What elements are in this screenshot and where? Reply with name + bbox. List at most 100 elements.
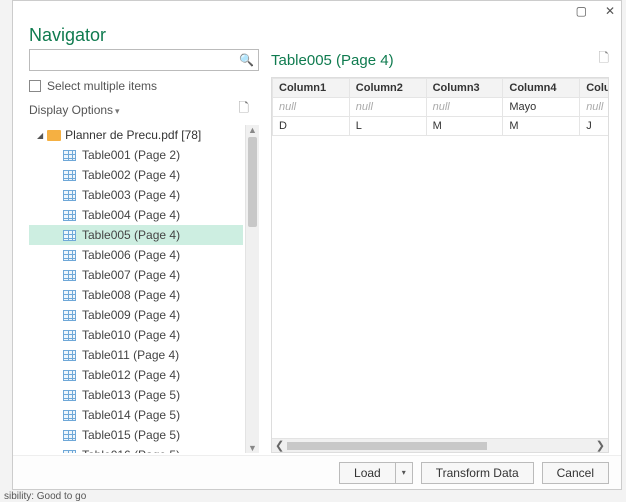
- tree-item-label: Table012 (Page 4): [82, 368, 180, 382]
- checkbox-label: Select multiple items: [47, 79, 157, 93]
- table-row[interactable]: nullnullnullMayonullnull: [273, 98, 610, 117]
- table-icon: [63, 450, 76, 454]
- table-icon: [63, 410, 76, 421]
- search-icon[interactable]: 🔍: [239, 53, 254, 67]
- table-icon: [63, 350, 76, 361]
- tree-item[interactable]: Table004 (Page 4): [29, 205, 243, 225]
- table-cell[interactable]: M: [426, 117, 503, 136]
- left-pane: 🔍 Select multiple items Display Options▾…: [13, 49, 259, 453]
- table-icon: [63, 390, 76, 401]
- table-cell[interactable]: Mayo: [503, 98, 580, 117]
- navigator-dialog: ▢ ✕ Navigator 🔍 Select multiple items Di…: [12, 0, 622, 490]
- status-bar: sibility: Good to go: [0, 491, 86, 502]
- horizontal-scrollbar[interactable]: ❮ ❯: [272, 438, 608, 452]
- load-dropdown[interactable]: ▾: [395, 462, 413, 484]
- tree-item[interactable]: Table010 (Page 4): [29, 325, 243, 345]
- tree-item[interactable]: Table011 (Page 4): [29, 345, 243, 365]
- table-icon: [63, 270, 76, 281]
- table-cell[interactable]: null: [273, 98, 350, 117]
- tree-item[interactable]: Table007 (Page 4): [29, 265, 243, 285]
- tree-item[interactable]: Table016 (Page 5): [29, 445, 243, 453]
- refresh-icon[interactable]: 🗋: [239, 99, 249, 121]
- table-cell[interactable]: null: [349, 98, 426, 117]
- search-input[interactable]: [34, 53, 239, 67]
- tree-root[interactable]: ◢ Planner de Precu.pdf [78]: [29, 125, 243, 145]
- load-button[interactable]: Load: [339, 462, 395, 484]
- tree-item[interactable]: Table013 (Page 5): [29, 385, 243, 405]
- tree-item[interactable]: Table015 (Page 5): [29, 425, 243, 445]
- tree-item-label: Table002 (Page 4): [82, 168, 180, 182]
- tree-item-label: Table011 (Page 4): [82, 348, 179, 362]
- collapse-icon[interactable]: ◢: [37, 131, 43, 140]
- tree-item[interactable]: Table009 (Page 4): [29, 305, 243, 325]
- display-options-dropdown[interactable]: Display Options▾: [29, 103, 120, 117]
- search-input-wrap[interactable]: 🔍: [29, 49, 259, 71]
- table-icon: [63, 290, 76, 301]
- checkbox-icon[interactable]: [29, 80, 41, 92]
- table-icon: [63, 190, 76, 201]
- tree: ◢ Planner de Precu.pdf [78] Table001 (Pa…: [29, 125, 243, 453]
- tree-item[interactable]: Table002 (Page 4): [29, 165, 243, 185]
- tree-item-label: Table015 (Page 5): [82, 428, 180, 442]
- scroll-thumb[interactable]: [248, 137, 257, 227]
- column-header[interactable]: Column2: [349, 79, 426, 98]
- table-icon: [63, 210, 76, 221]
- table-icon: [63, 310, 76, 321]
- table-cell[interactable]: J: [580, 117, 609, 136]
- table-cell[interactable]: M: [503, 117, 580, 136]
- vertical-scrollbar[interactable]: ▲ ▼: [245, 125, 259, 453]
- tree-item-label: Table006 (Page 4): [82, 248, 180, 262]
- footer: Load ▾ Transform Data Cancel: [13, 455, 621, 489]
- table-icon: [63, 330, 76, 341]
- table-cell[interactable]: null: [580, 98, 609, 117]
- preview-options-icon[interactable]: 🗋: [599, 49, 609, 71]
- tree-item-label: Table013 (Page 5): [82, 388, 180, 402]
- scroll-left-icon[interactable]: ❮: [272, 439, 287, 452]
- tree-item[interactable]: Table005 (Page 4): [29, 225, 243, 245]
- column-header[interactable]: Column5: [580, 79, 609, 98]
- select-multiple-checkbox[interactable]: Select multiple items: [29, 79, 259, 93]
- table-row[interactable]: DLMMJVS: [273, 117, 610, 136]
- tree-item-label: Table005 (Page 4): [82, 228, 180, 242]
- tree-item[interactable]: Table012 (Page 4): [29, 365, 243, 385]
- tree-item-label: Table010 (Page 4): [82, 328, 180, 342]
- table-icon: [63, 430, 76, 441]
- table-cell[interactable]: null: [426, 98, 503, 117]
- tree-item[interactable]: Table003 (Page 4): [29, 185, 243, 205]
- close-icon[interactable]: ✕: [605, 5, 615, 17]
- tree-item[interactable]: Table001 (Page 2): [29, 145, 243, 165]
- tree-item-label: Table007 (Page 4): [82, 268, 180, 282]
- preview-grid: Column1Column2Column3Column4Column5Colum…: [272, 78, 609, 136]
- table-icon: [63, 250, 76, 261]
- transform-data-button[interactable]: Transform Data: [421, 462, 534, 484]
- table-icon: [63, 150, 76, 161]
- tree-item-label: Table008 (Page 4): [82, 288, 180, 302]
- tree-item-label: Table001 (Page 2): [82, 148, 180, 162]
- titlebar: ▢ ✕: [13, 1, 621, 21]
- column-header[interactable]: Column4: [503, 79, 580, 98]
- tree-root-label: Planner de Precu.pdf [78]: [65, 128, 201, 142]
- table-cell[interactable]: D: [273, 117, 350, 136]
- scroll-down-icon[interactable]: ▼: [246, 443, 259, 453]
- column-header[interactable]: Column3: [426, 79, 503, 98]
- tree-item-label: Table016 (Page 5): [82, 448, 180, 453]
- cancel-button[interactable]: Cancel: [542, 462, 609, 484]
- preview-title: Table005 (Page 4): [271, 52, 394, 69]
- tree-item[interactable]: Table014 (Page 5): [29, 405, 243, 425]
- maximize-icon[interactable]: ▢: [576, 5, 587, 17]
- table-icon: [63, 230, 76, 241]
- tree-item[interactable]: Table006 (Page 4): [29, 245, 243, 265]
- scroll-up-icon[interactable]: ▲: [246, 125, 259, 135]
- table-icon: [63, 370, 76, 381]
- tree-item-label: Table014 (Page 5): [82, 408, 180, 422]
- tree-item[interactable]: Table008 (Page 4): [29, 285, 243, 305]
- table-icon: [63, 170, 76, 181]
- hscroll-thumb[interactable]: [287, 442, 487, 450]
- table-cell[interactable]: L: [349, 117, 426, 136]
- tree-item-label: Table003 (Page 4): [82, 188, 180, 202]
- folder-icon: [47, 130, 61, 141]
- right-pane: Table005 (Page 4) 🗋 Column1Column2Column…: [259, 49, 621, 453]
- scroll-right-icon[interactable]: ❯: [593, 439, 608, 452]
- preview-grid-wrap: Column1Column2Column3Column4Column5Colum…: [271, 77, 609, 453]
- column-header[interactable]: Column1: [273, 79, 350, 98]
